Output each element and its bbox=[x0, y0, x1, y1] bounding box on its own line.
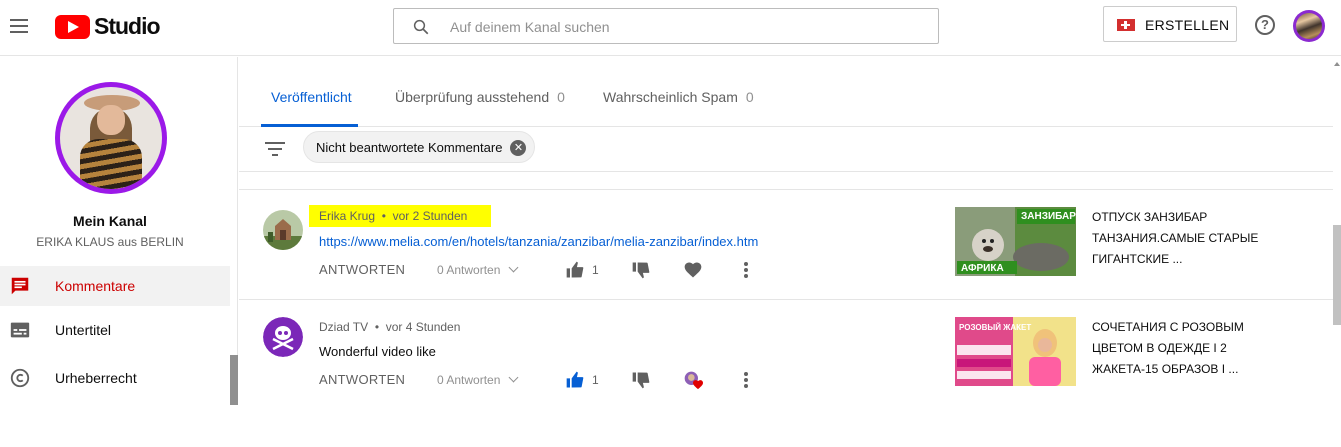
create-button-label: ERSTELLEN bbox=[1145, 17, 1230, 33]
replies-toggle[interactable]: 0 Antworten bbox=[437, 372, 519, 387]
commenter-avatar[interactable] bbox=[263, 317, 303, 357]
comment-text[interactable]: https://www.melia.com/en/hotels/tanzania… bbox=[319, 234, 758, 249]
thumbnail-caption: ЗАНЗИБАР bbox=[1021, 211, 1076, 222]
video-title[interactable]: ОТПУСК ЗАНЗИБАР ТАНЗАНИЯ.САМЫЕ СТАРЫЕ ГИ… bbox=[1092, 207, 1262, 270]
youtube-logo-icon bbox=[55, 14, 90, 39]
channel-name: ERIKA KLAUS aus BERLIN bbox=[36, 235, 184, 249]
comments-panel: Veröffentlicht Überprüfung ausstehend 0 W… bbox=[239, 57, 1333, 404]
comment-author[interactable]: Dziad TV bbox=[319, 320, 368, 334]
search-icon bbox=[413, 19, 429, 35]
sidebar-item-copyright[interactable]: Urheberrecht bbox=[0, 358, 230, 398]
active-tab-indicator bbox=[261, 124, 358, 127]
video-title[interactable]: СОЧЕТАНИЯ С РОЗОВЫМ ЦВЕТОМ В ОДЕЖДЕ I 2 … bbox=[1092, 317, 1262, 380]
tab-likely-spam[interactable]: Wahrscheinlich Spam 0 bbox=[603, 89, 754, 105]
create-button[interactable]: ERSTELLEN bbox=[1103, 6, 1237, 42]
sidebar: Mein Kanal ERIKA KLAUS aus BERLIN Kommen… bbox=[0, 57, 238, 405]
tab-count: 0 bbox=[745, 89, 754, 105]
chevron-down-icon bbox=[508, 372, 519, 383]
search-box[interactable] bbox=[393, 8, 939, 44]
sidebar-item-label: Untertitel bbox=[55, 322, 112, 338]
thumbnail-caption: РОЗОВЫЙ ЖАКЕТ bbox=[959, 323, 1032, 332]
close-icon[interactable]: ✕ bbox=[510, 140, 527, 156]
heart-icon[interactable] bbox=[683, 260, 703, 280]
filter-icon[interactable] bbox=[265, 141, 285, 159]
more-options-icon[interactable] bbox=[743, 372, 749, 388]
channel-title: Mein Kanal bbox=[73, 213, 147, 229]
like-count: 1 bbox=[592, 373, 599, 387]
thumbs-up-icon[interactable] bbox=[565, 260, 585, 280]
creator-heart-icon[interactable] bbox=[683, 370, 703, 390]
page-scrollbar[interactable] bbox=[1333, 57, 1341, 404]
copyright-icon bbox=[10, 368, 30, 388]
help-icon[interactable]: ? bbox=[1255, 15, 1275, 35]
sidebar-scrollbar[interactable] bbox=[230, 355, 238, 405]
channel-avatar[interactable] bbox=[55, 82, 167, 194]
sidebar-item-subtitles[interactable]: Untertitel bbox=[0, 310, 230, 350]
comment-actions: ANTWORTEN 0 Antworten 1 bbox=[319, 260, 799, 280]
comment-text: Wonderful video like bbox=[319, 344, 436, 359]
comment-time[interactable]: vor 2 Stunden bbox=[393, 209, 468, 223]
filter-chip-unanswered[interactable]: Nicht beantwortete Kommentare ✕ bbox=[303, 131, 536, 163]
commenter-avatar[interactable] bbox=[263, 210, 303, 250]
scroll-up-icon[interactable] bbox=[1334, 62, 1340, 66]
thumbs-down-icon[interactable] bbox=[631, 260, 651, 280]
studio-logo[interactable]: Studio bbox=[55, 13, 161, 40]
thumbs-up-icon[interactable] bbox=[565, 370, 585, 390]
more-options-icon[interactable] bbox=[743, 262, 749, 278]
comment-meta: Erika Krug • vor 2 Stunden bbox=[319, 205, 492, 227]
account-avatar[interactable] bbox=[1293, 10, 1325, 42]
sidebar-item-label: Kommentare bbox=[55, 278, 136, 294]
logo-text: Studio bbox=[94, 13, 161, 39]
subtitles-icon bbox=[10, 322, 30, 338]
tab-published[interactable]: Veröffentlicht bbox=[271, 89, 352, 105]
tab-count: 0 bbox=[557, 89, 565, 105]
create-video-icon bbox=[1117, 19, 1135, 31]
comment-time[interactable]: vor 4 Stunden bbox=[386, 320, 461, 334]
like-count: 1 bbox=[592, 263, 599, 277]
tab-bar: Veröffentlicht Überprüfung ausstehend 0 W… bbox=[239, 57, 1333, 127]
menu-icon[interactable] bbox=[8, 14, 32, 38]
top-bar: Studio ERSTELLEN ? bbox=[0, 0, 1341, 56]
filter-bar: Nicht beantwortete Kommentare ✕ bbox=[239, 128, 1333, 172]
comment-row: Erika Krug • vor 2 Stunden https://www.m… bbox=[239, 190, 1333, 300]
video-thumbnail[interactable]: ЗАНЗИБАР АФРИКА bbox=[955, 207, 1076, 276]
comment-icon bbox=[11, 277, 29, 295]
comment-actions: ANTWORTEN 0 Antworten 1 bbox=[319, 370, 799, 390]
thumbnail-caption: АФРИКА bbox=[961, 263, 1004, 274]
search-input[interactable] bbox=[450, 17, 920, 37]
comment-row: Dziad TV • vor 4 Stunden Wonderful video… bbox=[239, 300, 1333, 410]
sidebar-item-comments[interactable]: Kommentare bbox=[0, 266, 230, 306]
comment-meta: Dziad TV • vor 4 Stunden bbox=[319, 320, 461, 334]
comment-author[interactable]: Erika Krug bbox=[319, 209, 375, 223]
scrollbar-thumb[interactable] bbox=[1333, 225, 1341, 325]
tab-pending-review[interactable]: Überprüfung ausstehend 0 bbox=[395, 89, 565, 105]
thumbs-down-icon[interactable] bbox=[631, 370, 651, 390]
replies-toggle[interactable]: 0 Antworten bbox=[437, 262, 519, 277]
sidebar-item-label: Urheberrecht bbox=[55, 370, 137, 386]
reply-button[interactable]: ANTWORTEN bbox=[319, 372, 405, 387]
chevron-down-icon bbox=[508, 262, 519, 273]
video-thumbnail[interactable]: РОЗОВЫЙ ЖАКЕТ bbox=[955, 317, 1076, 386]
reply-button[interactable]: ANTWORTEN bbox=[319, 262, 405, 277]
